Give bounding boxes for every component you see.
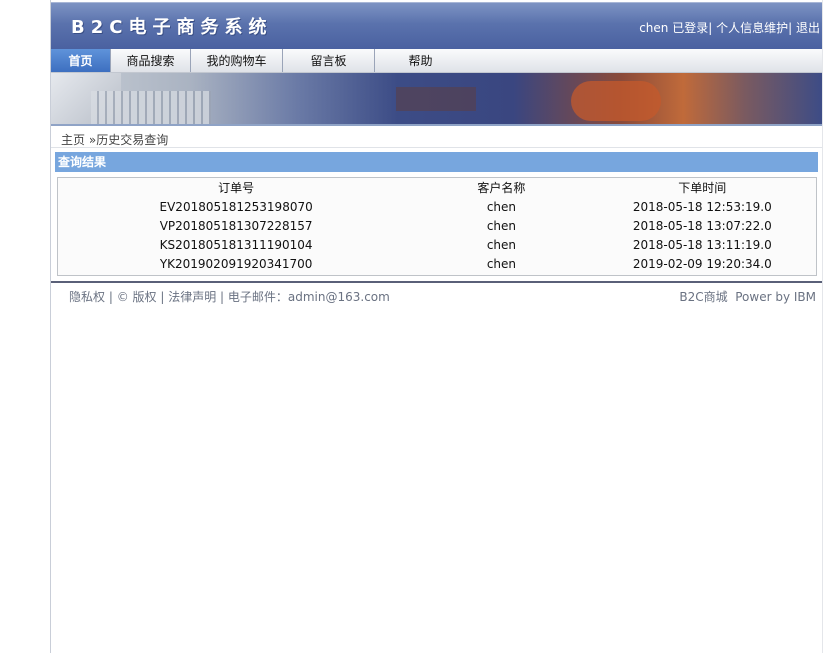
customer-cell: chen [486, 237, 517, 252]
logout-link[interactable]: 退出 [796, 21, 820, 35]
separator: | [788, 21, 793, 35]
order-time-cell: 2018-05-18 13:11:19.0 [632, 237, 772, 252]
brand-name: B2C商城 [679, 290, 728, 304]
contact-email[interactable]: 电子邮件：admin@163.com [228, 290, 390, 304]
separator: | [216, 290, 228, 304]
results-table-container: 订单号 客户名称 下单时间 EV201805181253198070 chen … [57, 177, 817, 276]
copyright-link[interactable]: © 版权 [117, 290, 157, 304]
order-time-cell: 2018-05-18 12:53:19.0 [632, 199, 772, 214]
site-title: B2C电子商务系统 [71, 17, 273, 38]
column-header-order-time: 下单时间 [678, 181, 727, 195]
table-row: KS201805181311190104 chen 2018-05-18 13:… [58, 235, 816, 254]
tab-home[interactable]: 首页 [51, 49, 111, 72]
legal-link[interactable]: 法律声明 [168, 290, 216, 304]
order-id-cell: VP201805181307228157 [159, 218, 313, 233]
section-title: 查询结果 [55, 152, 818, 172]
separator: | [708, 21, 713, 35]
footer-divider [51, 281, 822, 283]
banner-shape [571, 81, 661, 121]
banner-shape [91, 91, 211, 124]
table-row: VP201805181307228157 chen 2018-05-18 13:… [58, 216, 816, 235]
footer-links: 隐私权 | © 版权 | 法律声明 | 电子邮件：admin@163.com [69, 288, 390, 305]
results-table: 订单号 客户名称 下单时间 EV201805181253198070 chen … [58, 178, 816, 273]
table-header-row: 订单号 客户名称 下单时间 [58, 178, 816, 197]
footer-brand: B2C商城 Power by IBM [679, 288, 816, 305]
powered-by: Power by IBM [735, 290, 816, 304]
breadcrumb: 主页 »历史交易查询 [61, 131, 168, 148]
order-time-cell: 2019-02-09 19:20:34.0 [632, 256, 772, 271]
order-time-cell: 2018-05-18 13:07:22.0 [632, 218, 772, 233]
table-row: YK201902091920341700 chen 2019-02-09 19:… [58, 254, 816, 273]
page-container: B2C电子商务系统 chen 已登录| 个人信息维护| 退出 首页 商品搜索 我… [50, 0, 823, 653]
tab-help[interactable]: 帮助 [375, 49, 466, 72]
column-header-customer: 客户名称 [477, 181, 526, 195]
breadcrumb-current: 历史交易查询 [96, 133, 169, 147]
divider [51, 147, 822, 148]
order-id-cell: EV201805181253198070 [159, 199, 313, 214]
column-header-order-id: 订单号 [218, 181, 255, 195]
breadcrumb-home[interactable]: 主页 [61, 133, 85, 147]
customer-cell: chen [486, 256, 517, 271]
order-id-cell: KS201805181311190104 [159, 237, 313, 252]
customer-cell: chen [486, 199, 517, 214]
user-bar: chen 已登录| 个人信息维护| 退出 [639, 19, 820, 36]
customer-cell: chen [486, 218, 517, 233]
table-row: EV201805181253198070 chen 2018-05-18 12:… [58, 197, 816, 216]
login-status: chen 已登录 [639, 21, 709, 35]
banner-image [51, 73, 822, 126]
order-id-cell: YK201902091920341700 [159, 256, 313, 271]
tab-product-search[interactable]: 商品搜索 [111, 49, 191, 72]
separator: | [105, 290, 117, 304]
profile-link[interactable]: 个人信息维护 [716, 21, 788, 35]
main-nav: 首页 商品搜索 我的购物车 留言板 帮助 [51, 49, 822, 73]
site-header: B2C电子商务系统 chen 已登录| 个人信息维护| 退出 [51, 2, 822, 49]
tab-shopping-cart[interactable]: 我的购物车 [191, 49, 283, 72]
separator: | [156, 290, 169, 304]
banner-shape [396, 87, 476, 111]
privacy-link[interactable]: 隐私权 [69, 290, 105, 304]
tab-message-board[interactable]: 留言板 [283, 49, 375, 72]
